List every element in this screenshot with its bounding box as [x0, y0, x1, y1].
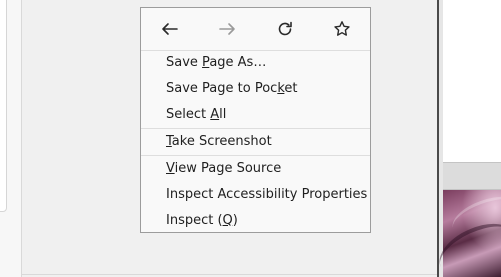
page-left-panel	[0, 0, 7, 212]
bookmark-button[interactable]	[331, 18, 353, 40]
menu-item-take-screenshot[interactable]: Take Screenshot	[141, 130, 370, 154]
arrow-right-icon	[219, 23, 235, 35]
menu-item-inspect[interactable]: Inspect (Q)	[141, 209, 370, 233]
context-menu: Save Page As… Save Page to Pocket Select…	[140, 7, 371, 233]
wallpaper-image	[431, 189, 501, 277]
reload-icon	[278, 21, 292, 36]
reload-button[interactable]	[274, 18, 296, 40]
back-button[interactable]	[159, 18, 181, 40]
menu-item-save-to-pocket[interactable]: Save Page to Pocket	[141, 77, 370, 101]
menu-item-inspect-accessibility[interactable]: Inspect Accessibility Properties	[141, 183, 370, 207]
page-bottom-divider	[21, 274, 437, 275]
star-icon	[334, 21, 350, 36]
menu-separator	[141, 128, 370, 129]
adjacent-window-bar	[443, 162, 501, 190]
arrow-left-icon	[162, 23, 178, 35]
menu-item-view-page-source[interactable]: View Page Source	[141, 157, 370, 181]
menu-separator	[141, 155, 370, 156]
forward-button[interactable]	[216, 18, 238, 40]
adjacent-window-content	[443, 0, 501, 162]
context-menu-navigation	[141, 8, 370, 51]
menu-item-select-all[interactable]: Select All	[141, 103, 370, 127]
menu-item-save-page-as[interactable]: Save Page As…	[141, 51, 370, 75]
browser-viewport: Save Page As… Save Page to Pocket Select…	[0, 0, 501, 277]
